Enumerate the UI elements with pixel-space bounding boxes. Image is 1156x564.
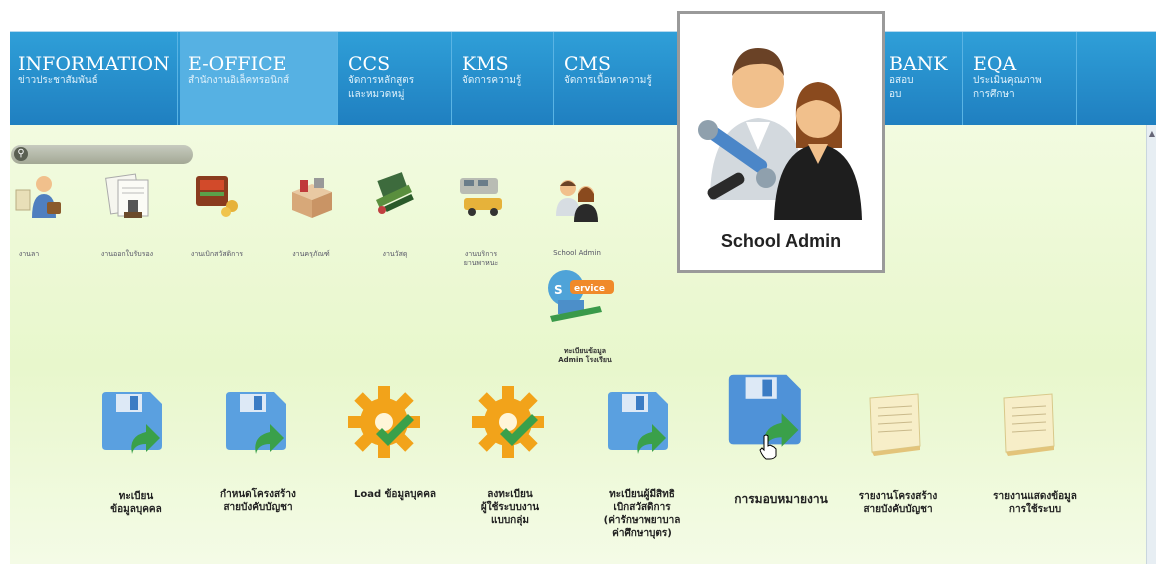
nav-subtitle: ประเมินคุณภาพ [973,75,1042,86]
nav-information[interactable]: INFORMATION ข่าวประชาสัมพันธ์ [10,32,178,126]
nav-subtitle-2: อบ [889,89,902,100]
report-usage-document-icon[interactable] [992,390,1062,460]
equipment-box-icon[interactable] [286,172,336,220]
nav-title: CCS [348,53,391,75]
nav-subtitle-2: การศึกษา [973,89,1015,100]
small-icon-label: School Admin [553,249,601,257]
hand-cursor-icon [759,434,777,460]
nav-subtitle: จัดการหลักสูตร [348,75,415,86]
nav-subtitle: จัดการความรู้ [462,75,522,86]
service-label: ทะเบียนข้อมูล [564,347,606,355]
big-icon-label: ลงทะเบียน ผู้ใช้ระบบงาน แบบกลุ่ม [480,489,540,526]
vertical-scrollbar[interactable]: ▲ [1146,125,1156,564]
nav-title: BANK [889,53,948,75]
small-icon-label: งานครุภัณฑ์ [292,250,330,258]
top-navigation: INFORMATION ข่าวประชาสัมพันธ์ E-OFFICE ส… [10,31,1156,126]
search-input[interactable]: ⚲ [11,145,193,164]
nav-subtitle: ข่าวประชาสัมพันธ์ [18,75,98,86]
small-icon-sublabel: ยานพาหนะ [463,259,499,267]
vehicles-icon[interactable] [456,170,506,218]
nav-subtitle: สำนักงานอิเล็คทรอนิกส์ [188,75,290,86]
school-admin-popup[interactable]: School Admin [677,11,885,273]
service-sublabel: Admin โรงเรียน [558,356,612,364]
service-registry-icon[interactable]: S ervice [540,266,620,322]
supplies-tools-icon[interactable] [370,170,420,218]
big-icon-label: รายงานโครงสร้าง สายบังคับบัญชา [858,491,938,515]
big-icon-label: รายงานแสดงข้อมูล การใช้ระบบ [993,491,1077,515]
school-admin-icon[interactable] [552,176,602,224]
nav-ccs[interactable]: CCS จัดการหลักสูตร และหมวดหมู่ [340,32,452,126]
big-icon-label: การมอบหมายงาน [734,492,828,506]
certificate-stamp-icon[interactable] [104,172,154,220]
nav-subtitle-2: และหมวดหมู่ [348,89,405,100]
gear-group-register-icon[interactable] [470,384,546,460]
big-icon-label: Load ข้อมูลบุคคล [353,489,437,500]
floppy-welfare-icon[interactable] [604,388,674,458]
nav-eqa[interactable]: EQA ประเมินคุณภาพ การศึกษา [965,32,1077,126]
nav-title: E-OFFICE [188,53,287,75]
big-icon-label: กำหนดโครงสร้าง สายบังคับบัญชา [220,489,296,513]
school-admin-large-icon [698,48,862,220]
nav-title: INFORMATION [18,53,170,75]
svg-text:S: S [554,283,563,297]
small-icon-label: งานบริการ [464,250,498,258]
nav-kms[interactable]: KMS จัดการความรู้ [454,32,554,126]
floppy-register-icon[interactable] [98,388,168,458]
nav-subtitle: อสอบ [889,75,914,86]
search-icon: ⚲ [14,147,28,161]
nav-title: EQA [973,53,1017,75]
popup-title: School Admin [720,231,842,251]
nav-title: CMS [564,53,612,75]
report-structure-document-icon[interactable] [858,390,928,460]
small-icon-label: งานวัสดุ [382,250,408,258]
big-icon-label: ทะเบียนผู้มีสิทธิ เบิกสวัสดิการ (ค่ารักษาพ… [603,489,681,539]
nav-e-office[interactable]: E-OFFICE สำนักงานอิเล็คทรอนิกส์ [180,32,338,126]
nav-subtitle: จัดการเนื้อหาความรู้ [564,75,652,86]
big-icon-label: ทะเบียน ข้อมูลบุคคล [110,491,162,515]
gear-load-icon[interactable] [346,384,422,460]
leave-person-icon[interactable] [14,172,64,220]
wallet-icon[interactable] [192,170,242,218]
small-icon-label: งานเบิกสวัสดิการ [190,250,244,258]
nav-cms[interactable]: CMS จัดการเนื้อหาความรู้ [556,32,686,126]
nav-title: KMS [462,53,509,75]
small-icon-label: งานลา [18,250,40,258]
nav-bank[interactable]: BANK อสอบ อบ [885,32,963,126]
small-icon-label: งานออกใบรับรอง [100,250,154,258]
svg-text:ervice: ervice [574,284,605,294]
floppy-structure-icon[interactable] [222,388,292,458]
scroll-up-arrow-icon[interactable]: ▲ [1148,129,1156,139]
